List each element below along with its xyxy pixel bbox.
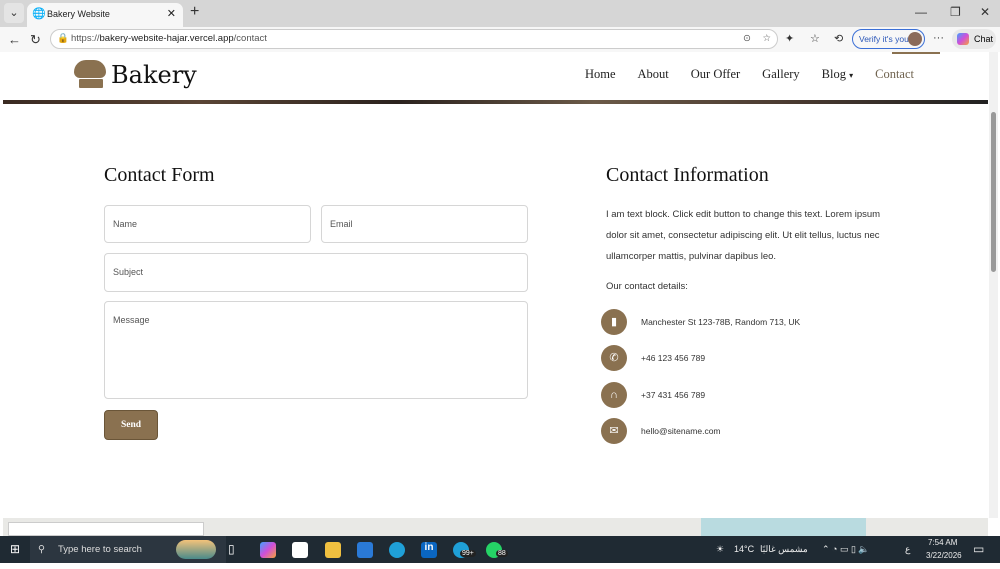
url-host: bakery-website-hajar.vercel.app [99,33,234,44]
contact-item-phone: ✆ +46 123 456 789 [601,345,705,371]
address-bar-row: ← ↻ 🔒 https://bakery-website-hajar.verce… [0,27,1000,52]
contact-info-title: Contact Information [606,164,769,186]
clock-date[interactable]: 3/22/2026 [926,542,962,569]
linkedin-icon[interactable]: in [421,542,437,558]
contact-item-address: ▮ Manchester St 123-78B, Random 713, UK [601,309,800,335]
caret-down-icon: ▾ [849,71,854,80]
map-icon: ▮ [601,309,627,335]
url-path: /contact [233,33,267,44]
contact-form-title: Contact Form [104,164,215,186]
send-button[interactable]: Send [104,410,158,440]
email-text[interactable]: hello@sitename.com [641,426,721,436]
contact-item-phone-2: ∩ +37 431 456 789 [601,382,705,408]
language-indicator[interactable]: ع [905,536,910,563]
scrollbar-thumb[interactable] [991,112,996,272]
hero-image-strip [3,100,988,104]
nav-blog[interactable]: Blog ▾ [822,67,853,82]
chat-label: Chat [974,34,994,44]
name-input[interactable]: Name [104,205,311,243]
more-page-icon[interactable]: ⊙ [743,30,751,48]
weather-icon[interactable]: ☀ [716,536,724,563]
map-water [701,518,866,536]
task-view-icon[interactable]: ▯ [228,542,244,558]
map-info-box [8,522,204,536]
reload-icon[interactable]: ↻ [30,32,41,48]
headphones-icon: ∩ [601,382,627,408]
file-explorer-icon[interactable] [325,542,341,558]
search-icon: ⚲ [38,544,45,555]
web-page: Bakery Home About Our Offer Gallery Blog… [3,52,988,518]
info-paragraph: I am text block. Click edit button to ch… [606,209,881,262]
logo-text: Bakery [111,61,197,89]
maximize-icon[interactable]: ❐ [950,5,961,19]
message-textarea[interactable]: Message [104,301,528,399]
phone-icon: ✆ [601,345,627,371]
nav-about[interactable]: About [638,67,669,82]
mail-icon[interactable] [357,542,373,558]
subject-input[interactable]: Subject [104,253,528,292]
contact-item-email: ✉ hello@sitename.com [601,418,721,444]
site-header: Bakery Home About Our Offer Gallery Blog… [3,52,988,100]
email-input[interactable]: Email [321,205,528,243]
windows-start-icon[interactable]: ⊞ [10,542,20,556]
tab-bakery-website[interactable]: 🌐 Bakery Website ✕ [27,3,183,27]
address-text: Manchester St 123-78B, Random 713, UK [641,317,801,327]
search-highlight-icon [176,540,216,559]
search-placeholder: Type here to search [58,544,142,555]
taskbar-search[interactable]: ⚲ Type here to search [30,536,226,563]
page-scrollbar[interactable] [989,52,998,518]
weather-temp[interactable]: 14°C [734,536,754,563]
browser-tab-bar: ⌄ 🌐 Bakery Website ✕ + — ❐ ✕ [0,0,1000,27]
url-input[interactable]: 🔒 https://bakery-website-hajar.vercel.ap… [50,29,778,49]
tray-icons[interactable]: ⌃ ◔ ▭ ▯ 🔈 [822,536,870,563]
weather-text[interactable]: مشمس غالبًا [760,536,808,563]
main-nav: Home About Our Offer Gallery Blog ▾ Cont… [585,67,914,82]
envelope-icon: ✉ [601,418,627,444]
lock-icon: 🔒 [57,33,69,44]
history-icon[interactable]: ⟲ [834,32,843,45]
notifications-icon[interactable]: ▭ [973,536,984,563]
extensions-icon[interactable]: ✦ [785,32,794,45]
phone-2-text: +37 431 456 789 [641,390,706,400]
windows-taskbar: ⊞ ⚲ Type here to search ▯ in 99+ 88 ☀ 14°… [0,536,1000,563]
copilot-icon [957,33,969,45]
new-tab-button[interactable]: + [190,3,199,21]
globe-icon: 🌐 [32,8,46,20]
close-window-icon[interactable]: ✕ [980,5,990,19]
tab-title: Bakery Website [47,9,110,19]
close-tab-icon[interactable]: ✕ [167,3,176,25]
back-icon[interactable]: ← [8,32,21,47]
verify-label: Verify it's you [859,34,909,44]
verify-profile-button[interactable]: Verify it's you [852,29,925,49]
nav-home[interactable]: Home [585,67,616,82]
nav-contact[interactable]: Contact [875,67,914,82]
avatar [908,32,922,46]
copilot-chat-button[interactable]: Chat [952,29,996,49]
favorites-icon[interactable]: ☆ [810,32,820,45]
whatsapp-badge: 88 [496,550,508,557]
favorite-star-icon[interactable]: ☆ [762,30,771,48]
nav-blog-label: Blog [821,67,846,81]
tab-list-button[interactable]: ⌄ [4,3,24,23]
store-icon[interactable] [292,542,308,558]
map-embed[interactable] [3,518,988,536]
nav-gallery[interactable]: Gallery [762,67,799,82]
edge-icon[interactable] [389,542,405,558]
copilot-taskbar-icon[interactable] [260,542,276,558]
minimize-icon[interactable]: — [915,5,927,19]
chef-hat-icon [73,60,107,90]
url-prefix: https:// [71,33,100,44]
edge-badge: 99+ [460,550,476,557]
more-menu-icon[interactable]: ··· [933,32,944,44]
nav-our-offer[interactable]: Our Offer [691,67,740,82]
site-logo[interactable]: Bakery [73,60,197,90]
active-nav-indicator [892,52,940,54]
contact-details-label: Our contact details: [606,281,688,292]
phone-text: +46 123 456 789 [641,353,706,363]
